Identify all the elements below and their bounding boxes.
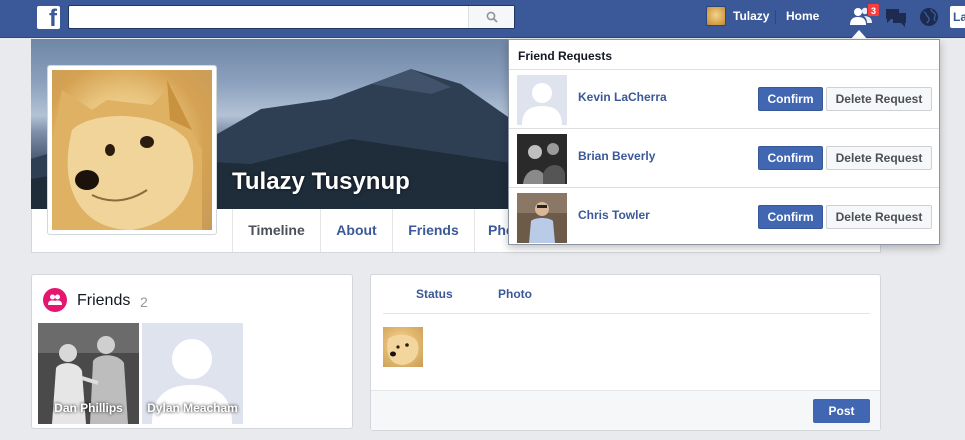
profile-name[interactable]: Tulazy Tusynup bbox=[232, 168, 410, 196]
confirm-button[interactable]: Confirm bbox=[758, 146, 823, 170]
language-tab[interactable]: La bbox=[950, 6, 965, 28]
logo-letter: f bbox=[49, 5, 57, 32]
friend-request-row: Brian Beverly Confirm Delete Request bbox=[509, 129, 939, 188]
search-icon bbox=[486, 11, 498, 23]
friend-requests-badge: 3 bbox=[867, 3, 880, 17]
friends-count: 2 bbox=[140, 294, 148, 310]
divider bbox=[383, 313, 870, 314]
post-button[interactable]: Post bbox=[813, 399, 870, 423]
friends-card: Friends 2 Dan Phillips Dylan Meacham bbox=[31, 274, 353, 429]
friend-requests-dropdown: Friend Requests Kevin LaCherra Confirm D… bbox=[508, 39, 940, 245]
home-link[interactable]: Home bbox=[786, 9, 819, 23]
messages-icon[interactable] bbox=[884, 6, 908, 28]
profile-link[interactable]: Tulazy bbox=[706, 6, 769, 26]
color-photo-image bbox=[517, 193, 567, 243]
profile-picture[interactable] bbox=[47, 65, 217, 235]
default-avatar-icon bbox=[517, 75, 567, 125]
friend-tile[interactable]: Dylan Meacham bbox=[142, 323, 243, 424]
request-photo[interactable] bbox=[517, 193, 567, 243]
friend-name: Dan Phillips bbox=[54, 401, 123, 415]
top-navigation-bar: f Tulazy Home 3 La bbox=[0, 0, 965, 38]
friend-request-row: Chris Towler Confirm Delete Request bbox=[509, 188, 939, 247]
request-name[interactable]: Chris Towler bbox=[578, 208, 650, 222]
composer-footer: Post bbox=[371, 390, 880, 430]
avatar bbox=[706, 6, 726, 26]
friend-requests-title: Friend Requests bbox=[518, 49, 613, 63]
friends-title[interactable]: Friends bbox=[77, 292, 130, 310]
divider bbox=[775, 10, 776, 24]
friends-icon bbox=[43, 288, 67, 312]
request-name[interactable]: Brian Beverly bbox=[578, 149, 655, 163]
doge-image bbox=[52, 80, 202, 230]
confirm-button[interactable]: Confirm bbox=[758, 205, 823, 229]
request-photo[interactable] bbox=[517, 134, 567, 184]
friend-name: Dylan Meacham bbox=[147, 401, 238, 415]
friend-requests-header: Friend Requests bbox=[509, 40, 939, 70]
request-photo[interactable] bbox=[517, 75, 567, 125]
composer-tab-status[interactable]: Status bbox=[416, 287, 453, 301]
confirm-button[interactable]: Confirm bbox=[758, 87, 823, 111]
tab-timeline[interactable]: Timeline bbox=[232, 209, 320, 252]
search-input[interactable] bbox=[68, 5, 515, 29]
post-composer: Status Photo Post bbox=[370, 274, 881, 431]
facebook-logo[interactable]: f bbox=[37, 5, 60, 32]
delete-request-button[interactable]: Delete Request bbox=[826, 205, 932, 229]
friend-request-row: Kevin LaCherra Confirm Delete Request bbox=[509, 70, 939, 129]
language-tab-label: La bbox=[953, 10, 965, 24]
notifications-globe-icon[interactable] bbox=[918, 6, 940, 28]
delete-request-button[interactable]: Delete Request bbox=[826, 87, 932, 111]
request-name[interactable]: Kevin LaCherra bbox=[578, 90, 667, 104]
delete-request-button[interactable]: Delete Request bbox=[826, 146, 932, 170]
user-name: Tulazy bbox=[733, 9, 770, 23]
tab-friends[interactable]: Friends bbox=[392, 209, 474, 252]
composer-tab-photo[interactable]: Photo bbox=[498, 287, 532, 301]
profile-picture-image bbox=[52, 70, 212, 230]
friend-tile[interactable]: Dan Phillips bbox=[38, 323, 139, 424]
bw-photo-image bbox=[517, 134, 567, 184]
search-button[interactable] bbox=[468, 6, 514, 28]
tab-about[interactable]: About bbox=[320, 209, 392, 252]
avatar bbox=[383, 327, 423, 367]
